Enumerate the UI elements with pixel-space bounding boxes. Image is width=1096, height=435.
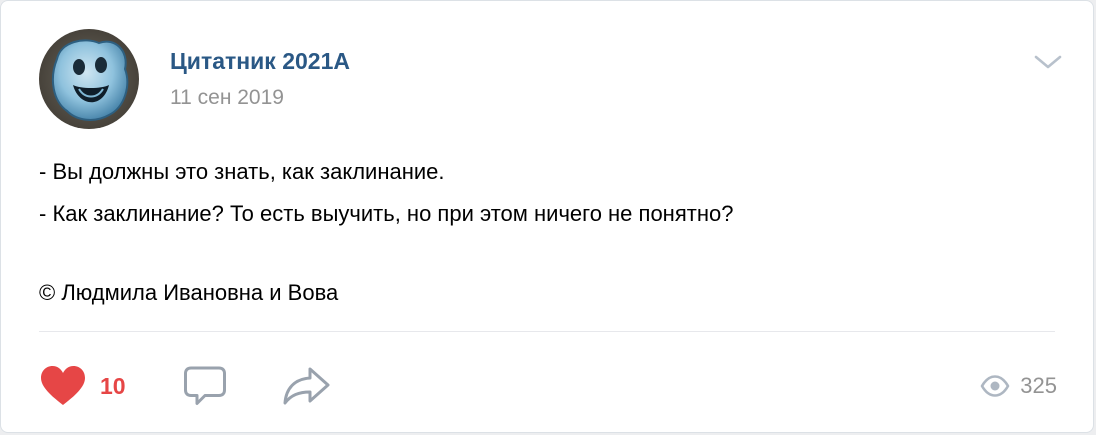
- like-count: 10: [100, 372, 126, 399]
- divider: [39, 331, 1055, 332]
- comment-icon: [183, 366, 226, 405]
- avatar-image: [39, 29, 139, 129]
- author-name[interactable]: Цитатник 2021А: [170, 47, 350, 75]
- post-card: Цитатник 2021А 11 сен 2019 - Вы должны э…: [0, 0, 1094, 433]
- like-button[interactable]: 10: [39, 365, 126, 407]
- post-date[interactable]: 11 сен 2019: [170, 85, 350, 111]
- eye-icon: [980, 375, 1010, 397]
- post-text-line: [39, 235, 1049, 272]
- post-text-line: © Людмила Ивановна и Вова: [39, 280, 339, 305]
- heart-icon: [41, 366, 85, 405]
- post-text-line: - Вы должны это знать, как заклинание.: [39, 159, 445, 184]
- post-actions: 10: [39, 361, 332, 411]
- avatar[interactable]: [39, 29, 139, 129]
- post-meta: Цитатник 2021А 11 сен 2019: [170, 47, 350, 111]
- share-button[interactable]: [282, 365, 332, 407]
- post-text-line: - Как заклинание? То есть выучить, но пр…: [39, 201, 734, 226]
- views-counter: 325: [980, 361, 1057, 411]
- views-count: 325: [1020, 373, 1057, 398]
- post-menu-button[interactable]: [1033, 51, 1063, 73]
- post-text: - Вы должны это знать, как заклинание. -…: [39, 151, 1049, 314]
- share-icon: [283, 367, 330, 405]
- chevron-down-icon: [1034, 55, 1062, 69]
- post-header: Цитатник 2021А 11 сен 2019: [39, 29, 350, 129]
- comment-button[interactable]: [183, 365, 227, 407]
